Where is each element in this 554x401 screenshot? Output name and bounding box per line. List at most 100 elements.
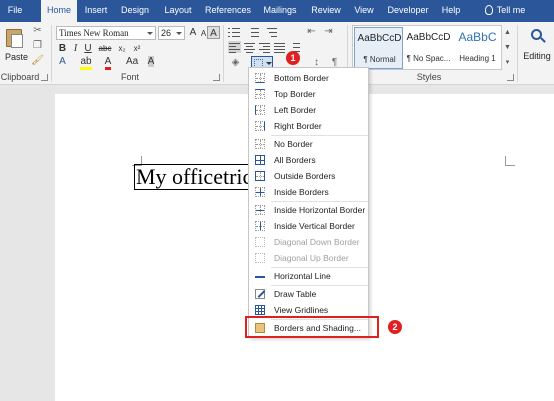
tab-file[interactable]: File <box>0 0 30 22</box>
clipboard-group-label: Clipboard <box>0 72 40 82</box>
menu-item-label: Inside Vertical Border <box>274 221 355 231</box>
font-name-input[interactable]: Times New Roman <box>56 26 156 40</box>
menu-item-top-border[interactable]: Top Border <box>250 86 368 102</box>
magnifier-handle <box>540 37 546 43</box>
chevron-down-icon[interactable] <box>266 62 272 65</box>
menu-item-diagonal-up-border: Diagonal Up Border <box>250 250 368 266</box>
tab-home[interactable]: Home <box>41 0 77 23</box>
style-preview: AaBbCcD <box>406 32 451 43</box>
subscript-icon[interactable]: x₂ <box>116 42 128 55</box>
italic-icon[interactable]: I <box>71 42 80 55</box>
menu-item-label: Right Border <box>274 121 322 131</box>
scroll-down-icon[interactable]: ▼ <box>503 40 512 55</box>
menu-item-inside-vertical-border[interactable]: Inside Vertical Border <box>250 218 368 234</box>
menu-item-bottom-border[interactable]: Bottom Border <box>250 70 368 86</box>
style-name: ¶ Normal <box>363 55 396 64</box>
menu-item-label: Bottom Border <box>274 73 329 83</box>
inside-borders-icon <box>255 187 265 197</box>
clipboard-launcher-icon[interactable] <box>41 74 48 81</box>
tell-me-box[interactable]: Tell me <box>476 0 534 22</box>
tab-view[interactable]: View <box>350 0 378 22</box>
highlight-box <box>245 316 379 338</box>
align-left-icon[interactable] <box>228 41 241 53</box>
right-border-icon <box>255 121 265 131</box>
paste-button[interactable]: Paste <box>4 25 28 69</box>
menu-item-label: Outside Borders <box>274 171 336 181</box>
menu-item-all-borders[interactable]: All Borders <box>250 152 368 168</box>
character-shading-icon[interactable]: A <box>145 55 157 68</box>
tab-design[interactable]: Design <box>117 0 153 22</box>
menu-item-outside-borders[interactable]: Outside Borders <box>250 168 368 184</box>
clear-format-icon[interactable]: A <box>207 26 220 39</box>
change-case-icon[interactable]: Aa <box>126 55 138 68</box>
document-text[interactable]: My officetricks <box>134 164 251 190</box>
menu-item-right-border[interactable]: Right Border <box>250 118 368 134</box>
tab-references[interactable]: References <box>203 0 253 22</box>
multilevel-list-icon[interactable] <box>266 26 279 38</box>
inside-vertical-border-icon <box>255 221 265 231</box>
font-launcher-icon[interactable] <box>213 74 220 81</box>
numbering-icon[interactable] <box>247 26 260 38</box>
style-preview: AaBbCcD <box>357 33 402 44</box>
menu-item-horizontal-line[interactable]: Horizontal Line <box>250 268 368 284</box>
menu-item-inside-horizontal-border[interactable]: Inside Horizontal Border <box>250 202 368 218</box>
left-border-icon <box>255 105 265 115</box>
tab-insert[interactable]: Insert <box>80 0 112 22</box>
menu-item-inside-borders[interactable]: Inside Borders <box>250 184 368 200</box>
style-normal[interactable]: AaBbCcD ¶ Normal <box>354 27 403 69</box>
tab-developer[interactable]: Developer <box>384 0 432 22</box>
decrease-indent-icon[interactable]: ⇤ <box>305 26 318 38</box>
styles-scroll: ▲ ▼ ▾ <box>503 25 512 70</box>
copy-icon[interactable]: ❐ <box>31 40 44 52</box>
tell-me-label: Tell me <box>496 5 526 15</box>
strikethrough-icon[interactable]: abc <box>97 42 113 55</box>
outside-borders-icon <box>255 171 265 181</box>
diagonal-up-border-icon <box>255 253 265 263</box>
no-border-icon <box>255 139 265 149</box>
align-center-icon[interactable] <box>243 41 256 53</box>
chevron-down-icon[interactable] <box>147 32 153 35</box>
align-right-icon[interactable] <box>258 41 271 53</box>
editing-button[interactable]: Editing <box>522 25 552 70</box>
style-heading-1[interactable]: AaBbC Heading 1 <box>453 27 502 69</box>
draw-table-icon <box>255 289 265 299</box>
bottom-border-icon <box>255 73 265 83</box>
tab-mailings[interactable]: Mailings <box>259 0 301 22</box>
font-name-value: Times New Roman <box>59 28 129 38</box>
tab-layout[interactable]: Layout <box>160 0 196 22</box>
menu-item-draw-table[interactable]: Draw Table <box>250 286 368 302</box>
font-color-icon[interactable]: A <box>103 55 113 70</box>
callout-badge-1: 1 <box>286 51 300 65</box>
scroll-up-icon[interactable]: ▲ <box>503 25 512 40</box>
styles-launcher-icon[interactable] <box>507 74 514 81</box>
menu-item-label: Draw Table <box>274 289 317 299</box>
styles-gallery: AaBbCcD ¶ Normal AaBbCcD ¶ No Spac... Aa… <box>352 25 502 70</box>
font-size-input[interactable]: 26 <box>158 26 185 40</box>
tab-help[interactable]: Help <box>438 0 464 22</box>
paragraph-shading-icon[interactable]: ◈ <box>229 57 242 69</box>
menu-item-left-border[interactable]: Left Border <box>250 102 368 118</box>
text-effects-icon[interactable]: A <box>57 55 68 68</box>
view-gridlines-icon <box>255 305 265 315</box>
menu-item-label: All Borders <box>274 155 316 165</box>
increase-indent-icon[interactable]: ⇥ <box>322 26 335 38</box>
callout-badge-2: 2 <box>388 320 402 334</box>
format-painter-icon[interactable]: 🖌 <box>31 55 44 67</box>
more-styles-icon[interactable]: ▾ <box>503 55 512 70</box>
menu-item-no-border[interactable]: No Border <box>250 136 368 152</box>
style-no-spacing[interactable]: AaBbCcD ¶ No Spac... <box>404 27 453 69</box>
bullets-icon[interactable] <box>228 26 241 38</box>
style-preview: AaBbC <box>458 30 497 44</box>
justify-icon[interactable] <box>273 41 286 53</box>
tab-review[interactable]: Review <box>308 0 344 22</box>
menu-item-label: No Border <box>274 139 313 149</box>
underline-icon[interactable]: U <box>83 42 93 55</box>
bold-icon[interactable]: B <box>57 42 68 55</box>
chevron-down-icon[interactable] <box>176 32 182 35</box>
grow-font-icon[interactable]: A <box>188 26 198 39</box>
menu-item-label: Inside Borders <box>274 187 329 197</box>
superscript-icon[interactable]: x² <box>131 42 143 55</box>
cut-icon[interactable]: ✂ <box>31 25 44 37</box>
top-border-icon <box>255 89 265 99</box>
highlight-icon[interactable]: ab <box>80 55 92 70</box>
